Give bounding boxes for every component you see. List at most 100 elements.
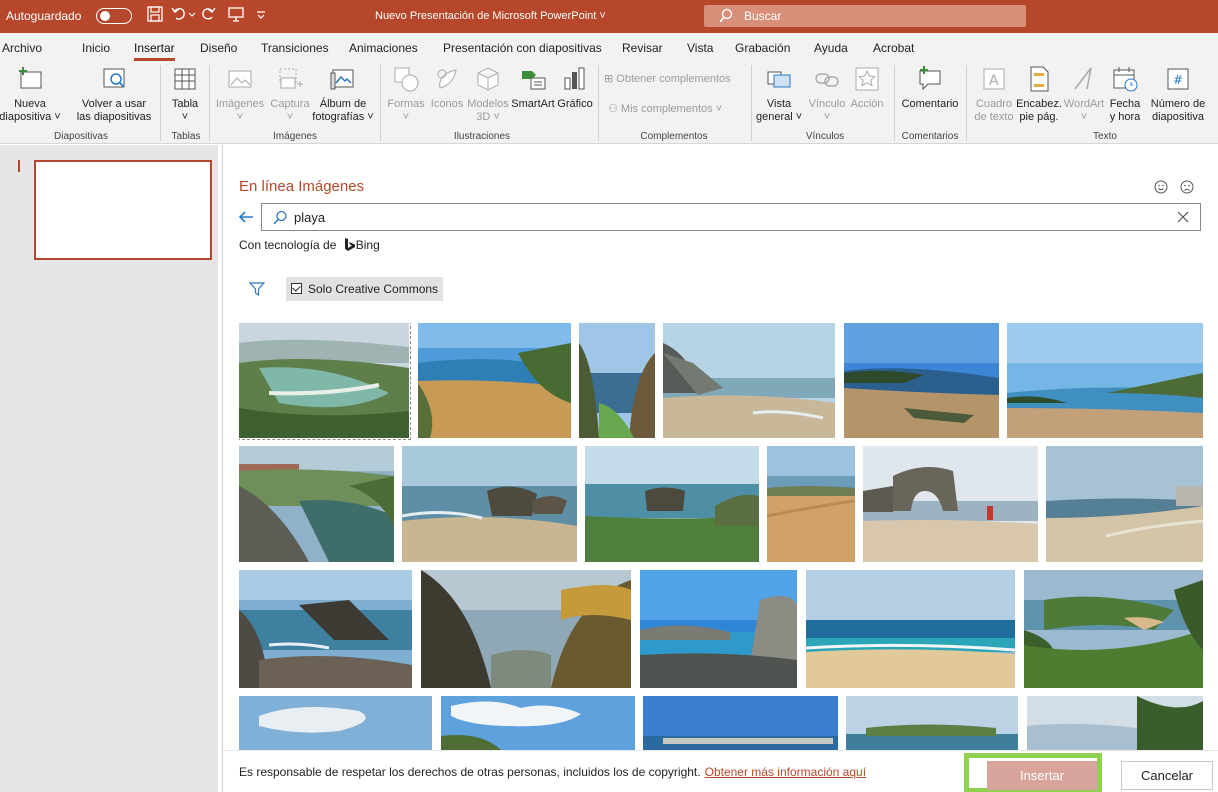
- undo-icon[interactable]: [170, 5, 196, 27]
- frown-feedback-icon[interactable]: [1180, 180, 1194, 194]
- bing-logo-icon: [344, 238, 355, 251]
- image-result[interactable]: [1046, 446, 1203, 562]
- my-addins-button[interactable]: ⚇ Mis complementos ˅: [608, 103, 738, 116]
- image-result[interactable]: [239, 570, 412, 688]
- screenshot-icon: [279, 68, 303, 89]
- group-tablas: Tablas: [171, 131, 201, 142]
- image-result[interactable]: [239, 696, 432, 750]
- chart-button[interactable]: Gráfico: [556, 61, 594, 111]
- new-slide-button[interactable]: Nueva diapositiva ˅: [0, 61, 62, 124]
- wordart-button[interactable]: WordArt ˅: [1062, 61, 1106, 124]
- image-result[interactable]: [846, 696, 1018, 750]
- store-icon: ⊞: [604, 73, 617, 85]
- image-result[interactable]: [421, 570, 631, 688]
- group-ilustraciones: Ilustraciones: [453, 131, 511, 142]
- tab-vista[interactable]: Vista: [687, 41, 713, 55]
- table-button[interactable]: Tabla ˅: [165, 61, 205, 124]
- tab-archivo[interactable]: Archivo: [2, 41, 42, 55]
- image-result[interactable]: [863, 446, 1038, 562]
- image-result[interactable]: [441, 696, 635, 750]
- date-time-button[interactable]: Fecha y hora: [1106, 61, 1144, 124]
- tab-diseno[interactable]: Diseño: [200, 41, 237, 55]
- comment-icon: [919, 66, 941, 91]
- textbox-button[interactable]: A Cuadro de texto: [972, 61, 1016, 124]
- customize-qat-icon[interactable]: [256, 9, 278, 31]
- image-result[interactable]: [1027, 696, 1203, 750]
- icons-button[interactable]: Iconos: [428, 61, 466, 111]
- 3d-models-button[interactable]: Modelos 3D ˅: [466, 61, 510, 124]
- filter-icon[interactable]: [249, 282, 265, 296]
- tab-acrobat[interactable]: Acrobat: [873, 41, 914, 55]
- reuse-slides-button[interactable]: Volver a usar las diapositivas: [74, 61, 154, 124]
- smile-feedback-icon[interactable]: [1154, 180, 1168, 194]
- tab-inicio[interactable]: Inicio: [82, 41, 110, 55]
- search-icon: [273, 210, 287, 225]
- image-result[interactable]: [402, 446, 577, 562]
- image-result[interactable]: [844, 323, 999, 438]
- tab-presentacion[interactable]: Presentación con diapositivas: [443, 41, 602, 55]
- more-info-link[interactable]: Obtener más información aquí: [705, 765, 866, 779]
- image-result[interactable]: [585, 446, 759, 562]
- creative-commons-checkbox[interactable]: [291, 283, 302, 294]
- cube-icon: [477, 67, 499, 91]
- image-result[interactable]: [643, 696, 838, 750]
- smartart-button[interactable]: SmartArt: [509, 61, 557, 111]
- photo-album-button[interactable]: Álbum de fotografías ˅: [312, 61, 374, 124]
- group-comentarios: Comentarios: [901, 131, 959, 142]
- search-icon: [719, 8, 733, 23]
- redo-icon[interactable]: [199, 5, 221, 27]
- header-footer-button[interactable]: Encabez. pie pág.: [1016, 61, 1062, 124]
- presenter-icon[interactable]: [227, 5, 249, 27]
- back-arrow-icon[interactable]: [237, 208, 255, 226]
- slide-number-icon: #: [1167, 68, 1189, 90]
- image-result[interactable]: [239, 446, 394, 562]
- shapes-button[interactable]: Formas ˅: [385, 61, 427, 124]
- image-result[interactable]: [806, 570, 1015, 688]
- reuse-slides-icon: [103, 68, 125, 88]
- zoom-icon: [767, 71, 791, 88]
- copyright-notice: Es responsable de respetar los derechos …: [239, 765, 867, 779]
- search-placeholder: Buscar: [744, 9, 782, 23]
- image-result[interactable]: [1007, 323, 1203, 438]
- image-result[interactable]: [579, 323, 655, 438]
- svg-text:#: #: [1173, 73, 1183, 87]
- image-result[interactable]: [1024, 570, 1203, 688]
- online-pictures-dialog: En línea Imágenes Con tecnología de Bing…: [222, 145, 1218, 792]
- image-results-grid: [239, 323, 1203, 750]
- autosave-toggle[interactable]: [96, 8, 132, 24]
- image-result[interactable]: [767, 446, 855, 562]
- save-icon[interactable]: [146, 5, 168, 27]
- cancel-button[interactable]: Cancelar: [1121, 761, 1213, 790]
- image-search-field[interactable]: [261, 203, 1201, 231]
- document-title[interactable]: Nuevo Presentación de Microsoft PowerPoi…: [375, 10, 606, 22]
- image-result[interactable]: [239, 323, 411, 440]
- tab-revisar[interactable]: Revisar: [622, 41, 663, 55]
- image-result[interactable]: [640, 570, 797, 688]
- addins-icon: ⚇: [608, 103, 621, 115]
- photo-album-icon: [330, 69, 354, 90]
- title-search-box[interactable]: Buscar: [704, 5, 1026, 27]
- screenshot-button[interactable]: Captura ˅: [268, 61, 312, 124]
- zoom-button[interactable]: Vista general ˅: [756, 61, 802, 124]
- image-result[interactable]: [418, 323, 571, 438]
- group-texto: Texto: [1093, 131, 1117, 142]
- powered-by-bing: Con tecnología de Bing: [239, 238, 380, 252]
- tab-insertar[interactable]: Insertar: [134, 41, 175, 61]
- creative-commons-filter[interactable]: Solo Creative Commons: [286, 277, 443, 301]
- image-search-input[interactable]: [294, 208, 1154, 226]
- dialog-footer: Es responsable de respetar los derechos …: [223, 750, 1218, 792]
- tab-ayuda[interactable]: Ayuda: [814, 41, 848, 55]
- clear-search-icon[interactable]: [1176, 210, 1190, 224]
- slide-thumbnail-1[interactable]: [34, 160, 212, 260]
- action-button[interactable]: Acción: [848, 61, 886, 111]
- tab-grabacion[interactable]: Grabación: [735, 41, 790, 55]
- slide-number-button[interactable]: # Número de diapositiva: [1146, 61, 1210, 124]
- get-addins-button[interactable]: ⊞ Obtener complementos: [604, 73, 744, 86]
- image-result[interactable]: [663, 323, 835, 438]
- pictures-button[interactable]: Imágenes ˅: [214, 61, 266, 124]
- link-button[interactable]: Vínculo ˅: [806, 61, 848, 124]
- insert-button[interactable]: Insertar: [987, 761, 1097, 790]
- comment-button[interactable]: Comentario: [898, 61, 962, 111]
- tab-animaciones[interactable]: Animaciones: [349, 41, 418, 55]
- tab-transiciones[interactable]: Transiciones: [261, 41, 329, 55]
